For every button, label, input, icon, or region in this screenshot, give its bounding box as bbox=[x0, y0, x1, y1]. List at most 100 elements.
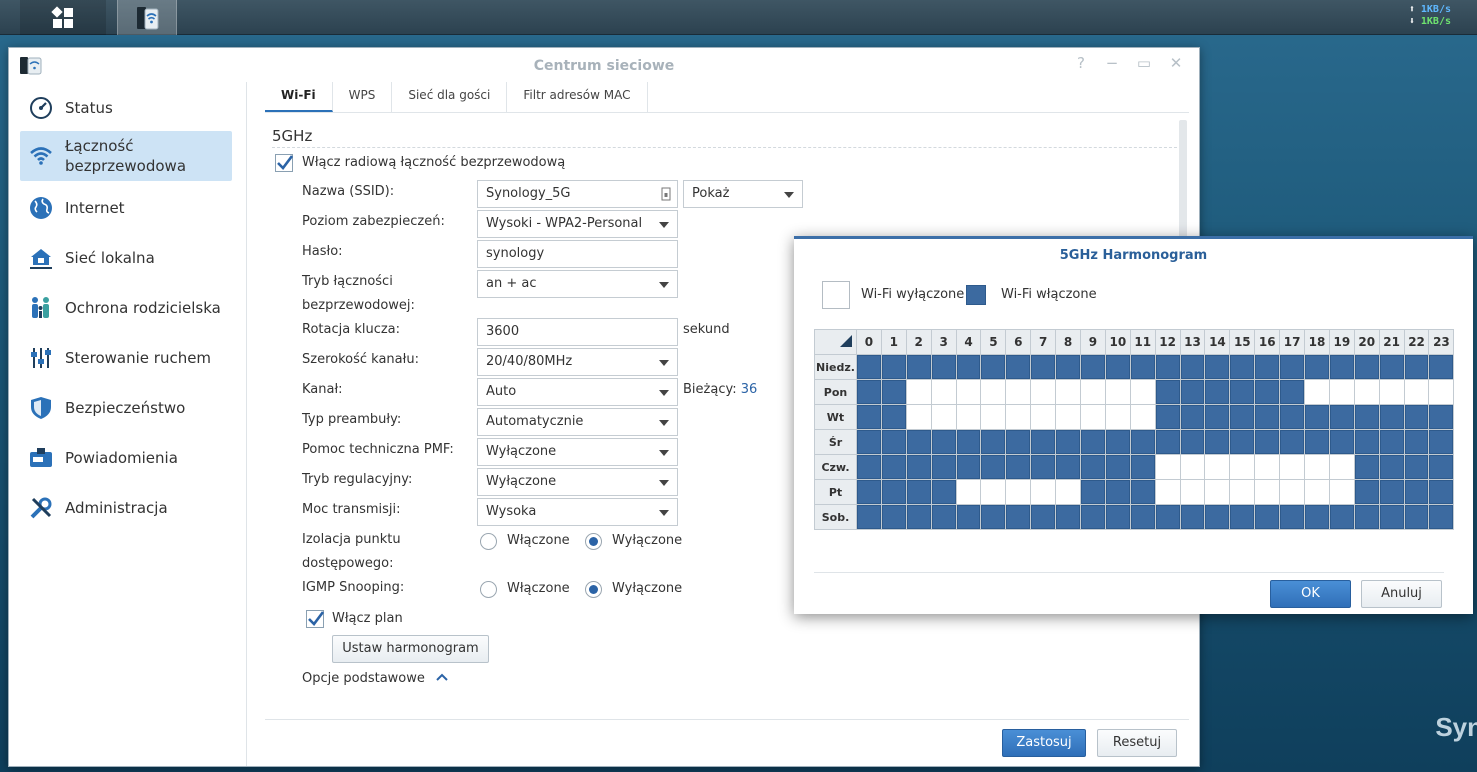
schedule-cell-on[interactable] bbox=[1378, 504, 1405, 530]
day-header[interactable]: Pt bbox=[814, 479, 857, 505]
schedule-cell-on[interactable] bbox=[1254, 404, 1281, 430]
schedule-cell-off[interactable] bbox=[1030, 404, 1057, 430]
schedule-cell-on[interactable] bbox=[955, 504, 982, 530]
schedule-cell-on[interactable] bbox=[1304, 429, 1330, 455]
security-select[interactable]: Wysoki - WPA2-Personal bbox=[477, 210, 678, 238]
schedule-cell-on[interactable] bbox=[1229, 379, 1256, 405]
schedule-cell-on[interactable] bbox=[1229, 504, 1256, 530]
schedule-cell-on[interactable] bbox=[1154, 504, 1181, 530]
ssid-input[interactable]: Synology_5G bbox=[477, 180, 678, 208]
schedule-cell-on[interactable] bbox=[1353, 404, 1380, 430]
hour-header[interactable]: 19 bbox=[1328, 329, 1355, 355]
schedule-cell-off[interactable] bbox=[1005, 379, 1032, 405]
schedule-cell-off[interactable] bbox=[980, 379, 1007, 405]
schedule-cell-off[interactable] bbox=[1055, 404, 1082, 430]
key-rotation-input[interactable]: 3600 bbox=[477, 318, 678, 346]
schedule-cell-on[interactable] bbox=[1403, 479, 1430, 505]
sidebar-item-local-network[interactable]: Sieć lokalna bbox=[20, 241, 232, 275]
ok-button[interactable]: OK bbox=[1270, 580, 1351, 608]
schedule-cell-on[interactable] bbox=[856, 379, 882, 405]
schedule-cell-on[interactable] bbox=[1229, 404, 1256, 430]
schedule-cell-on[interactable] bbox=[930, 479, 957, 505]
schedule-cell-on[interactable] bbox=[955, 354, 982, 380]
hour-header[interactable]: 3 bbox=[930, 329, 957, 355]
hour-header[interactable]: 21 bbox=[1378, 329, 1405, 355]
mode-select[interactable]: an + ac bbox=[477, 270, 678, 298]
schedule-cell-off[interactable] bbox=[1129, 379, 1156, 405]
sidebar-item-administration[interactable]: Administracja bbox=[20, 491, 232, 525]
basic-options-link[interactable]: Opcje podstawowe bbox=[302, 667, 449, 691]
schedule-cell-on[interactable] bbox=[930, 429, 957, 455]
schedule-cell-on[interactable] bbox=[1428, 504, 1455, 530]
schedule-cell-on[interactable] bbox=[1154, 429, 1181, 455]
schedule-cell-on[interactable] bbox=[1179, 404, 1206, 430]
sidebar-item-traffic-control[interactable]: Sterowanie ruchem bbox=[20, 341, 232, 375]
schedule-cell-off[interactable] bbox=[1229, 479, 1256, 505]
minimize-button[interactable]: − bbox=[1102, 54, 1122, 72]
schedule-cell-on[interactable] bbox=[856, 404, 882, 430]
schedule-cell-on[interactable] bbox=[856, 479, 882, 505]
schedule-cell-off[interactable] bbox=[1403, 379, 1430, 405]
preamble-select[interactable]: Automatycznie bbox=[477, 408, 678, 436]
hour-header[interactable]: 5 bbox=[980, 329, 1007, 355]
schedule-cell-off[interactable] bbox=[955, 404, 982, 430]
schedule-cell-on[interactable] bbox=[1229, 354, 1256, 380]
schedule-cell-on[interactable] bbox=[1304, 504, 1330, 530]
schedule-cell-on[interactable] bbox=[1005, 454, 1032, 480]
schedule-cell-off[interactable] bbox=[1378, 379, 1405, 405]
schedule-cell-on[interactable] bbox=[1254, 379, 1281, 405]
schedule-cell-off[interactable] bbox=[1304, 454, 1330, 480]
schedule-cell-on[interactable] bbox=[1403, 504, 1430, 530]
schedule-cell-on[interactable] bbox=[1179, 504, 1206, 530]
schedule-cell-on[interactable] bbox=[1353, 479, 1380, 505]
schedule-cell-on[interactable] bbox=[856, 354, 882, 380]
schedule-cell-on[interactable] bbox=[1328, 504, 1355, 530]
schedule-cell-on[interactable] bbox=[1055, 454, 1082, 480]
schedule-cell-off[interactable] bbox=[1204, 479, 1231, 505]
schedule-cell-on[interactable] bbox=[1179, 379, 1206, 405]
schedule-cell-on[interactable] bbox=[1179, 429, 1206, 455]
schedule-cell-off[interactable] bbox=[1104, 379, 1131, 405]
schedule-cell-on[interactable] bbox=[1129, 479, 1156, 505]
schedule-cell-on[interactable] bbox=[980, 429, 1007, 455]
schedule-cell-on[interactable] bbox=[1403, 404, 1430, 430]
schedule-cell-on[interactable] bbox=[1204, 379, 1231, 405]
pmf-select[interactable]: Wyłączone bbox=[477, 438, 678, 466]
schedule-cell-off[interactable] bbox=[930, 404, 957, 430]
schedule-cell-off[interactable] bbox=[980, 404, 1007, 430]
schedule-cell-on[interactable] bbox=[1154, 354, 1181, 380]
schedule-cell-on[interactable] bbox=[955, 429, 982, 455]
cancel-button[interactable]: Anuluj bbox=[1361, 580, 1442, 608]
taskbar-network-center-button[interactable] bbox=[117, 0, 177, 35]
schedule-cell-on[interactable] bbox=[1179, 354, 1206, 380]
schedule-cell-on[interactable] bbox=[1080, 504, 1106, 530]
schedule-cell-on[interactable] bbox=[1129, 429, 1156, 455]
schedule-cell-on[interactable] bbox=[1030, 504, 1057, 530]
schedule-cell-on[interactable] bbox=[1353, 504, 1380, 530]
hour-header[interactable]: 17 bbox=[1279, 329, 1306, 355]
schedule-cell-off[interactable] bbox=[1179, 479, 1206, 505]
schedule-cell-on[interactable] bbox=[1279, 404, 1306, 430]
ap-isolation-off-radio[interactable] bbox=[585, 533, 602, 550]
schedule-cell-on[interactable] bbox=[1030, 429, 1057, 455]
igmp-off-radio[interactable] bbox=[585, 581, 602, 598]
hour-header[interactable]: 16 bbox=[1254, 329, 1281, 355]
schedule-cell-on[interactable] bbox=[930, 454, 957, 480]
schedule-cell-on[interactable] bbox=[1229, 429, 1256, 455]
ap-isolation-on-radio[interactable] bbox=[480, 533, 497, 550]
sidebar-item-security[interactable]: Bezpieczeństwo bbox=[20, 391, 232, 425]
hour-header[interactable]: 7 bbox=[1030, 329, 1057, 355]
window-titlebar[interactable]: Centrum sieciowe ? − ▭ ✕ bbox=[9, 48, 1199, 82]
schedule-cell-on[interactable] bbox=[1378, 429, 1405, 455]
schedule-cell-on[interactable] bbox=[1204, 504, 1231, 530]
schedule-cell-on[interactable] bbox=[1204, 404, 1231, 430]
schedule-cell-on[interactable] bbox=[1104, 454, 1131, 480]
schedule-cell-off[interactable] bbox=[1080, 404, 1106, 430]
schedule-cell-on[interactable] bbox=[1080, 429, 1106, 455]
enable-radio-checkbox[interactable] bbox=[275, 154, 293, 172]
sidebar-item-internet[interactable]: Internet bbox=[20, 191, 232, 225]
schedule-cell-off[interactable] bbox=[1254, 479, 1281, 505]
schedule-cell-on[interactable] bbox=[856, 504, 882, 530]
schedule-cell-on[interactable] bbox=[1005, 429, 1032, 455]
schedule-cell-off[interactable] bbox=[930, 379, 957, 405]
